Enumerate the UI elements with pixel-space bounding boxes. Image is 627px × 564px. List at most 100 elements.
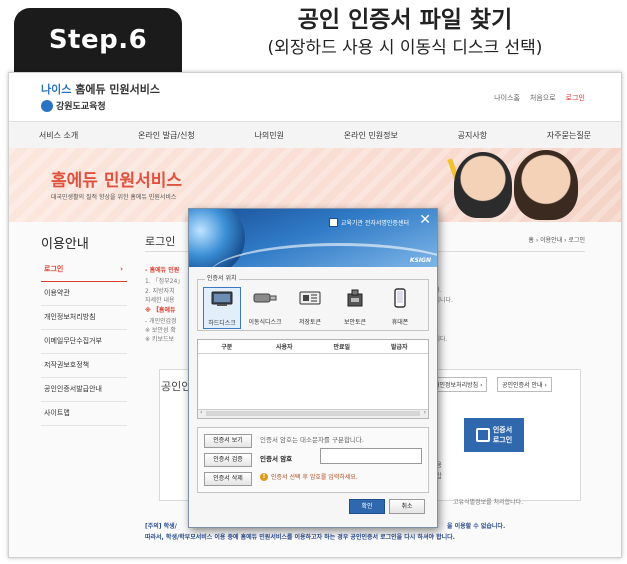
nav-online-info[interactable]: 온라인 민원정보 xyxy=(344,130,398,141)
notice-line: [주의] 학생/ xyxy=(145,523,177,530)
content-line: 자세한 내용 xyxy=(145,297,175,304)
cert-table-header: 구분 사용자 만료일 발급자 xyxy=(198,340,428,354)
center-logo-icon xyxy=(328,218,338,227)
student-illustration xyxy=(514,150,578,220)
location-label: 하드디스크 xyxy=(208,320,236,327)
location-mobile-phone[interactable]: 휴대폰 xyxy=(382,287,418,326)
location-label: 이동식디스크 xyxy=(248,319,282,326)
horizontal-scrollbar[interactable]: ‹ › xyxy=(198,409,428,418)
content-line: 2. 지방자치 xyxy=(145,288,175,295)
nav-online-issue[interactable]: 온라인 발급/신청 xyxy=(138,130,195,141)
cert-section-title: 공인인 xyxy=(161,380,192,393)
location-usb-drive[interactable]: 이동식디스크 xyxy=(247,287,283,326)
location-label: 저장토큰 xyxy=(298,319,322,326)
verify-cert-button[interactable]: 인증서 검증 xyxy=(204,453,252,467)
password-hint: 인증서 암호는 대소문자를 구분합니다. xyxy=(260,436,364,444)
location-label: 보안토큰 xyxy=(343,319,367,326)
cert-action-panel: 인증서 보기 인증서 검증 인증서 삭제 인증서 암호는 대소문자를 구분합니다… xyxy=(197,427,429,493)
nav-faq[interactable]: 자주묻는질문 xyxy=(547,130,591,141)
banner-title: 홈에듀 민원서비스 xyxy=(51,171,183,191)
ok-button[interactable]: 확인 xyxy=(349,499,385,514)
cert-dialog: 교육기관 전자서명인증센터 ✕ KSIGN 인증서 위치 하드디스크 이동식디스… xyxy=(188,208,438,528)
close-icon[interactable]: ✕ xyxy=(419,212,431,228)
site-logo[interactable]: 나이스 홈에듀 민원서비스 xyxy=(41,81,160,97)
toplink-home[interactable]: 처음으로 xyxy=(530,93,556,103)
sidebar-item-email-refusal[interactable]: 이메일무단수집거부 xyxy=(41,330,127,354)
cert-list-table[interactable]: 구분 사용자 만료일 발급자 ‹ › xyxy=(197,339,429,419)
column-header-expiry[interactable]: 만료일 xyxy=(313,342,371,351)
sidebar-item-cert-guide[interactable]: 공인인증서발급안내 xyxy=(41,378,127,402)
content-title: 로그인 xyxy=(145,235,176,248)
view-cert-button[interactable]: 인증서 보기 xyxy=(204,434,252,448)
step-title: 공인 인증서 파일 찾기 xyxy=(297,7,513,33)
mobile-phone-icon xyxy=(382,288,418,308)
location-label: 휴대폰 xyxy=(391,319,409,326)
toplink-neis-home[interactable]: 나이스홈 xyxy=(494,93,520,103)
unique-id-text: 고유식별정보를 처리합니다. xyxy=(453,499,524,506)
step-badge: Step.6 xyxy=(14,8,182,72)
top-links: 나이스홈 처음으로 로그인 xyxy=(494,93,585,103)
usb-drive-icon xyxy=(247,289,283,307)
warning-text: 인증서 선택 후 암호를 입력하세요. xyxy=(271,474,358,481)
logo-service-text: 홈에듀 민원서비스 xyxy=(71,83,160,96)
notice-line-end: 을 이용할 수 없습니다. xyxy=(447,523,506,530)
cert-login-button[interactable]: 인증서로그인 xyxy=(464,418,524,452)
content-line: 1. 「정부24」 xyxy=(145,278,184,285)
scroll-left-icon[interactable]: ‹ xyxy=(200,409,202,416)
warning-message: ! 인증서 선택 후 암호를 입력하세요. xyxy=(260,472,358,481)
password-input[interactable] xyxy=(320,448,422,464)
dialog-header: 교육기관 전자서명인증센터 ✕ KSIGN xyxy=(189,209,437,267)
column-header-issuer[interactable]: 발급자 xyxy=(371,342,429,351)
nav-my-requests[interactable]: 나의민원 xyxy=(255,130,284,141)
office-emblem-icon xyxy=(41,99,53,112)
scroll-right-icon[interactable]: › xyxy=(424,409,426,416)
office-logo: 강원도교육청 xyxy=(41,99,106,112)
column-header-user[interactable]: 사용자 xyxy=(256,342,314,351)
content-line: ※ 키보드보 xyxy=(145,336,175,343)
dialog-title: 교육기관 전자서명인증센터 xyxy=(328,218,409,227)
nav-notices[interactable]: 공지사항 xyxy=(458,130,487,141)
global-nav: 서비스 소개 온라인 발급/신청 나의민원 온라인 민원정보 공지사항 자주묻는… xyxy=(9,121,621,149)
sidebar-item-privacy[interactable]: 개인정보처리방침 xyxy=(41,306,127,330)
sidebar-item-copyright[interactable]: 저작권보호정책 xyxy=(41,354,127,378)
ksign-logo: KSIGN xyxy=(409,257,431,264)
content-line: ※ 【홈에듀 xyxy=(145,307,176,314)
column-header-type[interactable]: 구분 xyxy=(198,342,256,351)
scrollbar-thumb[interactable] xyxy=(206,411,420,416)
cert-location-legend: 인증서 위치 xyxy=(205,273,239,282)
sidebar-item-login[interactable]: 로그인 xyxy=(41,258,127,282)
password-label: 인증서 암호 xyxy=(260,455,293,463)
cancel-button[interactable]: 취소 xyxy=(389,499,425,514)
sidebar-item-terms[interactable]: 이용약관 xyxy=(41,282,127,306)
hard-disk-icon xyxy=(204,290,240,308)
delete-cert-button[interactable]: 인증서 삭제 xyxy=(204,472,252,486)
cert-guide-button[interactable]: 공인인증서 안내 › xyxy=(497,377,552,392)
step-title-block: 공인 인증서 파일 찾기 (외장하드 사용 시 이동식 디스크 선택) xyxy=(185,4,625,60)
location-secure-token[interactable]: 보안토큰 xyxy=(337,287,373,326)
dialog-title-text: 교육기관 전자서명인증센터 xyxy=(340,220,409,227)
site-header: 나이스 홈에듀 민원서비스 강원도교육청 나이스홈 처음으로 로그인 xyxy=(9,73,621,121)
notice-line: 따라서, 학생/학부모서비스 이용 중에 홈에듀 민원서비스를 이용하고자 하는… xyxy=(145,534,455,541)
student-illustration xyxy=(454,152,512,218)
cert-login-label: 로그인 xyxy=(492,436,513,444)
sidebar-item-sitemap[interactable]: 사이트맵 xyxy=(41,402,127,426)
content-line: ※ 보안성 확 xyxy=(145,327,176,334)
banner-subtitle: 대국민생활의 질적 향상을 위한 홈에듀 민원서비스 xyxy=(51,194,177,201)
nav-service-intro[interactable]: 서비스 소개 xyxy=(39,130,78,141)
hsm-token-icon xyxy=(337,289,373,307)
lock-icon xyxy=(475,428,490,442)
content-line: - 개인인감정 xyxy=(145,318,177,325)
warning-icon: ! xyxy=(260,472,268,481)
content-line: - 홈에듀 민원 xyxy=(145,267,180,274)
security-token-icon xyxy=(292,289,328,307)
office-name: 강원도교육청 xyxy=(56,102,106,112)
location-hard-disk[interactable]: 하드디스크 xyxy=(203,287,241,329)
step-subtitle: (외장하드 사용 시 이동식 디스크 선택) xyxy=(267,38,543,58)
sidebar-title: 이용안내 xyxy=(41,237,89,252)
toplink-login[interactable]: 로그인 xyxy=(566,93,585,103)
cert-login-label: 인증서 xyxy=(492,426,513,434)
breadcrumb: 홈 › 이용안내 › 로그인 xyxy=(528,237,585,244)
location-save-token[interactable]: 저장토큰 xyxy=(292,287,328,326)
sidebar-menu: 로그인 이용약관 개인정보처리방침 이메일무단수집거부 저작권보호정책 공인인증… xyxy=(41,258,127,426)
logo-neis-text: 나이스 xyxy=(41,83,72,96)
